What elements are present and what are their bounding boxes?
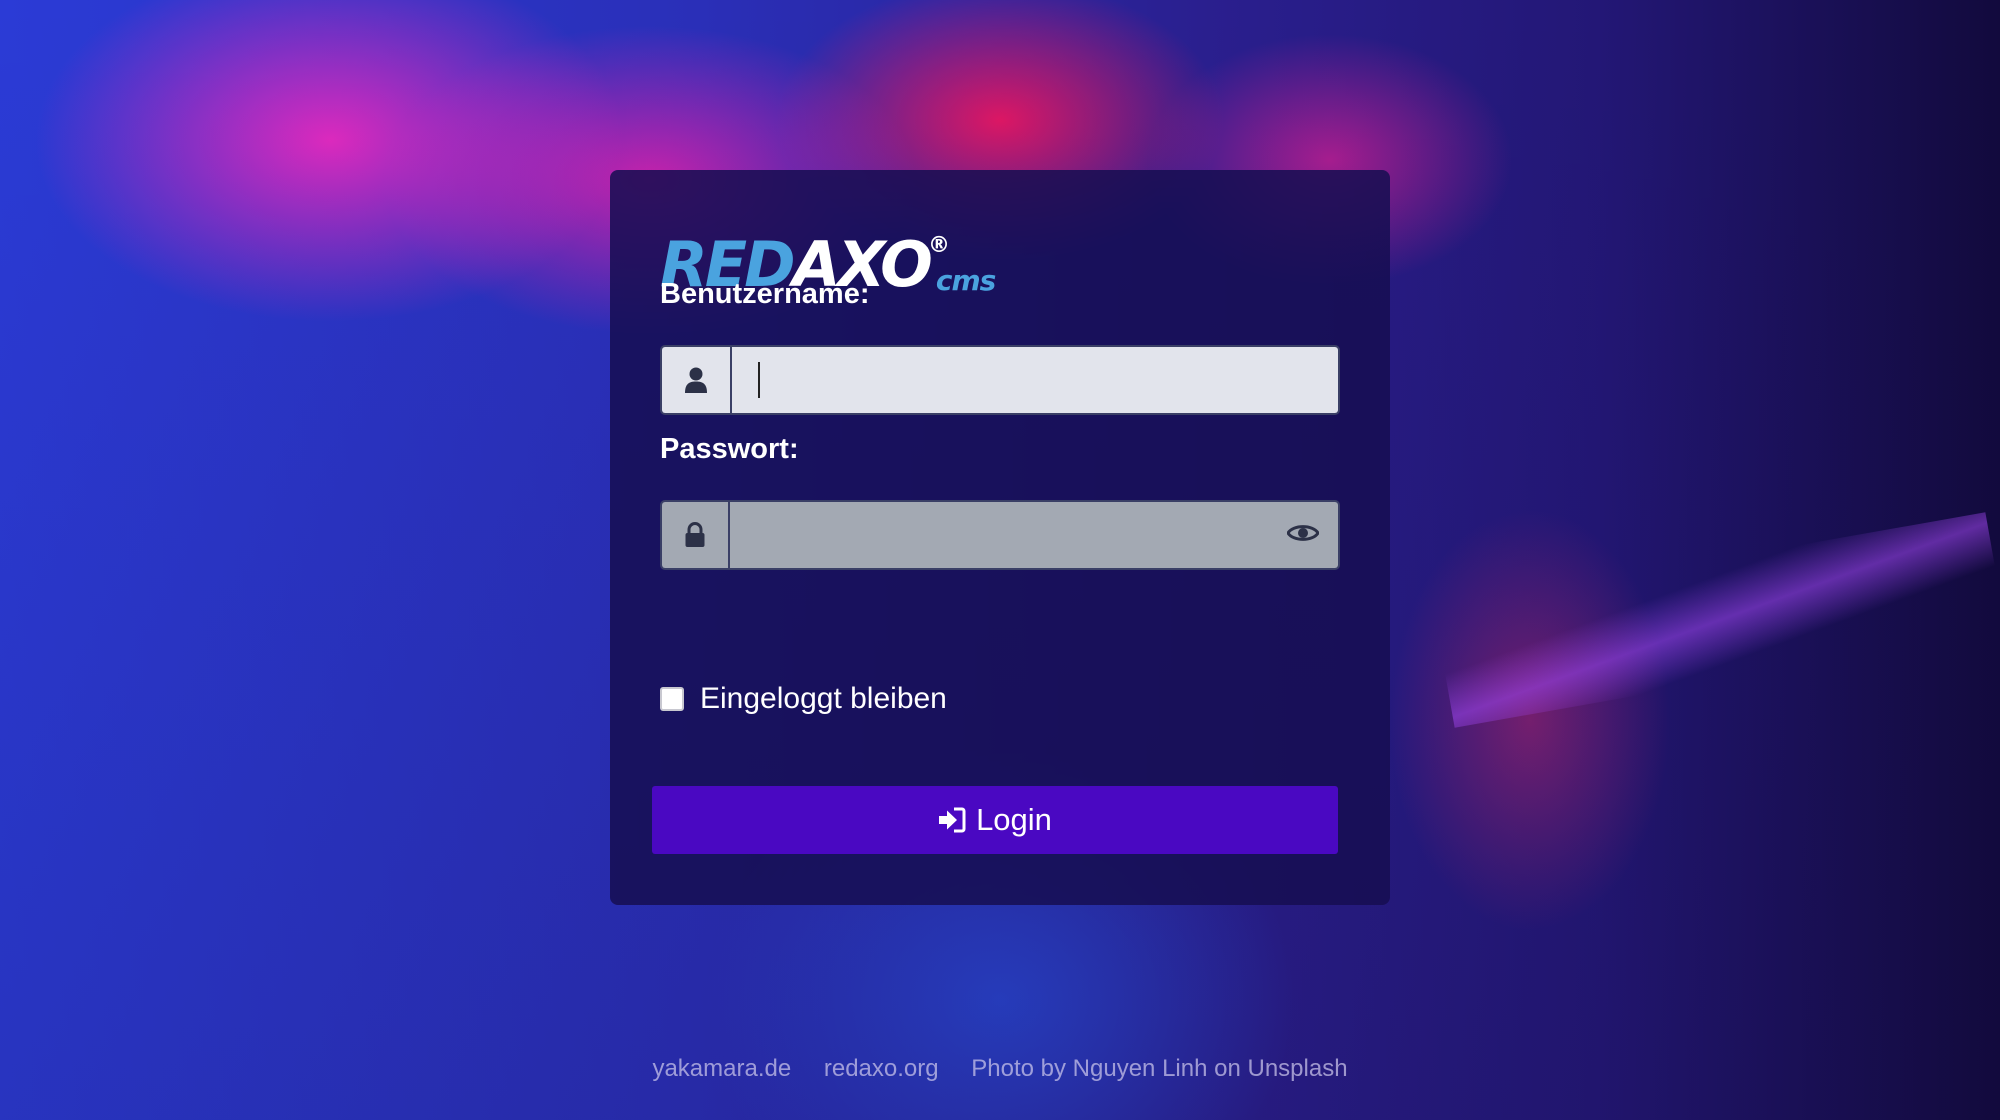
footer-link-photo-credit[interactable]: Photo by Nguyen Linh on Unsplash <box>971 1055 1347 1082</box>
password-input-group <box>660 500 1340 570</box>
password-input[interactable] <box>730 502 1268 568</box>
text-caret <box>758 362 760 398</box>
username-input-group <box>660 345 1340 415</box>
logo-registered-mark: ® <box>928 233 950 258</box>
footer-link-yakamara[interactable]: yakamara.de <box>652 1055 791 1082</box>
login-button[interactable]: Login <box>652 786 1338 854</box>
show-password-button[interactable] <box>1268 502 1338 568</box>
remember-me-option[interactable]: Eingeloggt bleiben <box>660 682 947 716</box>
remember-me-checkbox[interactable] <box>660 687 684 711</box>
footer: yakamara.de redaxo.org Photo by Nguyen L… <box>0 1055 2000 1083</box>
footer-link-redaxo[interactable]: redaxo.org <box>824 1055 939 1082</box>
username-label: Benutzername: <box>660 278 870 310</box>
eye-icon <box>1286 522 1320 548</box>
sign-in-icon <box>938 807 966 833</box>
login-panel: RED AXO ® cms Benutzername: Passwort: Ei… <box>610 170 1390 905</box>
password-label: Passwort: <box>660 433 799 465</box>
username-input[interactable] <box>732 347 1338 413</box>
user-icon <box>662 347 732 413</box>
lock-icon <box>662 502 730 568</box>
logo-suffix-cms: cms <box>935 264 996 297</box>
login-button-label: Login <box>976 802 1052 837</box>
remember-me-label: Eingeloggt bleiben <box>700 682 947 715</box>
